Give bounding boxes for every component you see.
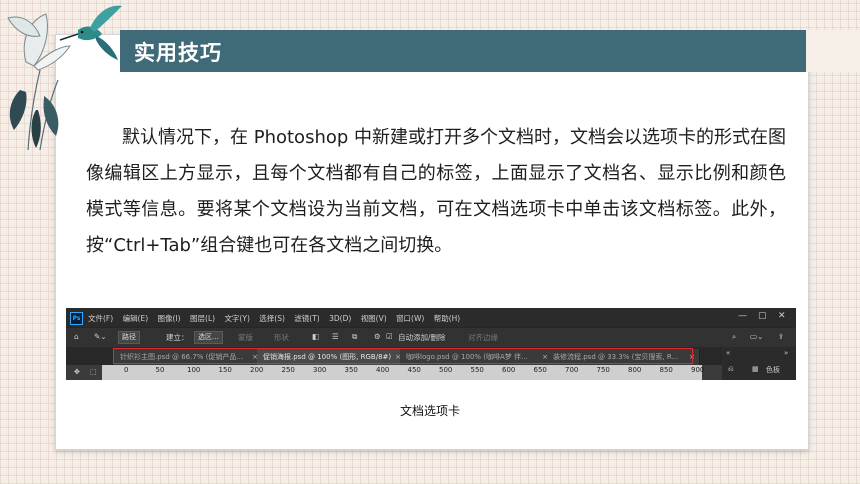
- menu-select[interactable]: 选择(S): [259, 314, 285, 323]
- swatches-icon[interactable]: ▦: [752, 365, 759, 373]
- mask-button[interactable]: 蒙版: [238, 332, 253, 343]
- ruler-tick-label: 700: [565, 366, 579, 374]
- ruler-tick-label: 50: [155, 366, 165, 374]
- body-paragraph: 默认情况下，在 Photoshop 中新建或打开多个文档时，文档会以选项卡的形式…: [86, 127, 787, 256]
- menu-type[interactable]: 文字(Y): [224, 314, 249, 323]
- title-bar-gap: [806, 30, 860, 72]
- figure-caption: 文档选项卡: [399, 404, 460, 418]
- ruler-tick-label: 250: [281, 366, 295, 374]
- ruler-tick-label: 850: [659, 366, 673, 374]
- move-tool-icon[interactable]: ✥: [74, 368, 80, 376]
- path-mode-select[interactable]: 路径: [118, 331, 140, 344]
- share-icon[interactable]: ⇪: [778, 332, 784, 341]
- hummingbird-lily-decoration: [7, 5, 122, 150]
- selection-button[interactable]: 选区...: [194, 331, 223, 344]
- ruler-tick-label: 150: [218, 366, 232, 374]
- ruler-tick-label: 650: [533, 366, 547, 374]
- ruler-tick-label: 800: [628, 366, 642, 374]
- tab-highlight-box: [113, 348, 693, 364]
- ruler-tick-label: 200: [250, 366, 264, 374]
- ruler-tick-label: 0: [124, 366, 129, 374]
- build-label: 建立：: [166, 333, 189, 342]
- ruler-tick-label: 100: [187, 366, 201, 374]
- title-bar: 实用技巧: [120, 30, 806, 72]
- auto-add-label: 自动添加/删除: [398, 333, 446, 342]
- workspace-icon[interactable]: ▭⌄: [750, 332, 763, 341]
- path-align-icon[interactable]: ☰: [332, 332, 339, 341]
- ruler-tick-label: 750: [596, 366, 610, 374]
- ruler-tick-label: 300: [313, 366, 327, 374]
- menu-image[interactable]: 图像(I): [158, 314, 181, 323]
- marquee-tool-icon[interactable]: ⬚: [90, 368, 97, 376]
- pen-tool-icon[interactable]: ✎⌄: [94, 332, 107, 341]
- history-icon[interactable]: ⎌: [728, 365, 734, 374]
- path-arrange-icon[interactable]: ⧉: [352, 332, 357, 342]
- ruler-tick-label: 450: [407, 366, 421, 374]
- ruler-tick-label: 550: [470, 366, 484, 374]
- menu-window[interactable]: 窗口(W): [396, 314, 424, 323]
- menu-filter[interactable]: 滤镜(T): [294, 314, 319, 323]
- search-icon[interactable]: ⌕: [732, 332, 736, 342]
- menu-help[interactable]: 帮助(H): [434, 314, 461, 323]
- collapse-left-icon[interactable]: «: [726, 349, 730, 357]
- menu-edit[interactable]: 编辑(E): [123, 314, 149, 323]
- ps-menu-list: 文件(F) 编辑(E) 图像(I) 图层(L) 文字(Y) 选择(S) 滤镜(T…: [88, 313, 467, 324]
- photoshop-screenshot: Ps 文件(F) 编辑(E) 图像(I) 图层(L) 文字(Y) 选择(S) 滤…: [66, 308, 796, 380]
- collapse-right-icon[interactable]: »: [784, 349, 788, 357]
- menu-view[interactable]: 视图(V): [361, 314, 387, 323]
- ruler-tick-label: 600: [502, 366, 516, 374]
- ruler-tick-label: 400: [376, 366, 390, 374]
- close-icon[interactable]: ✕: [778, 311, 786, 321]
- minimize-icon[interactable]: —: [738, 311, 747, 321]
- path-operations-icon[interactable]: ◧: [312, 332, 319, 341]
- menu-3d[interactable]: 3D(D): [329, 314, 351, 323]
- ps-menubar: Ps 文件(F) 编辑(E) 图像(I) 图层(L) 文字(Y) 选择(S) 滤…: [66, 308, 796, 327]
- ps-logo: Ps: [70, 312, 83, 325]
- restore-icon[interactable]: ▢: [758, 311, 767, 321]
- slide-title: 实用技巧: [134, 41, 222, 65]
- ruler-tick-label: 500: [439, 366, 453, 374]
- auto-add-checkbox[interactable]: ☑: [386, 332, 393, 341]
- menu-file[interactable]: 文件(F): [88, 314, 113, 323]
- ps-options-bar: ⌂ ✎⌄ 路径 建立： 选区... 蒙版 形状 ◧ ☰ ⧉ ⚙ ☑ 自动添加/删…: [66, 327, 796, 347]
- home-icon[interactable]: ⌂: [74, 332, 79, 341]
- gear-icon[interactable]: ⚙: [374, 332, 381, 341]
- swatches-panel-label[interactable]: 色板: [766, 365, 780, 375]
- align-edges-option[interactable]: 对齐边缘: [468, 332, 498, 343]
- ruler-tick-label: 350: [344, 366, 358, 374]
- menu-layer[interactable]: 图层(L): [190, 314, 215, 323]
- shape-button[interactable]: 形状: [274, 332, 289, 343]
- right-panel-collapsed: « » ⎌ ▦ 色板: [722, 347, 796, 380]
- ruler-tick-label: 900: [691, 366, 705, 374]
